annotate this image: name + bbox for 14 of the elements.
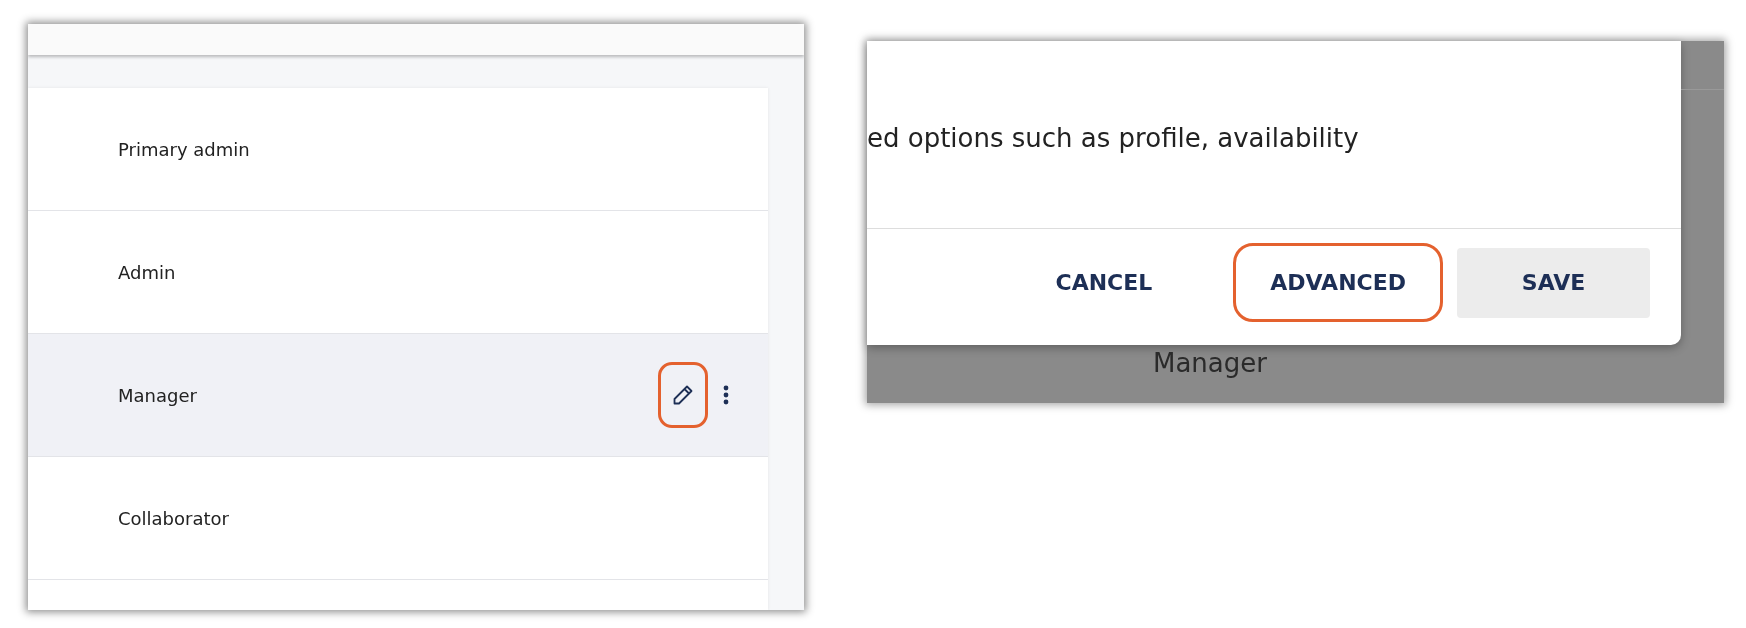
role-row[interactable]: Primary admin (28, 88, 768, 211)
role-row[interactable]: Manager (28, 334, 768, 457)
dialog-button[interactable]: CANCEL (1018, 243, 1190, 322)
dialog-text: ed options such as profile, availability (867, 41, 1681, 229)
background-text: Manager (1153, 348, 1267, 378)
pencil-icon (671, 383, 695, 407)
save-button[interactable]: SAVE (1457, 247, 1650, 318)
role-name: Manager (118, 384, 197, 406)
role-row[interactable]: Collaborator (28, 457, 768, 580)
dialog-button[interactable]: ADVANCED (1233, 243, 1443, 322)
role-name: Admin (118, 261, 176, 283)
role-name: Primary admin (118, 138, 250, 160)
more-icon[interactable] (722, 383, 730, 407)
role-name: Collaborator (118, 507, 229, 529)
